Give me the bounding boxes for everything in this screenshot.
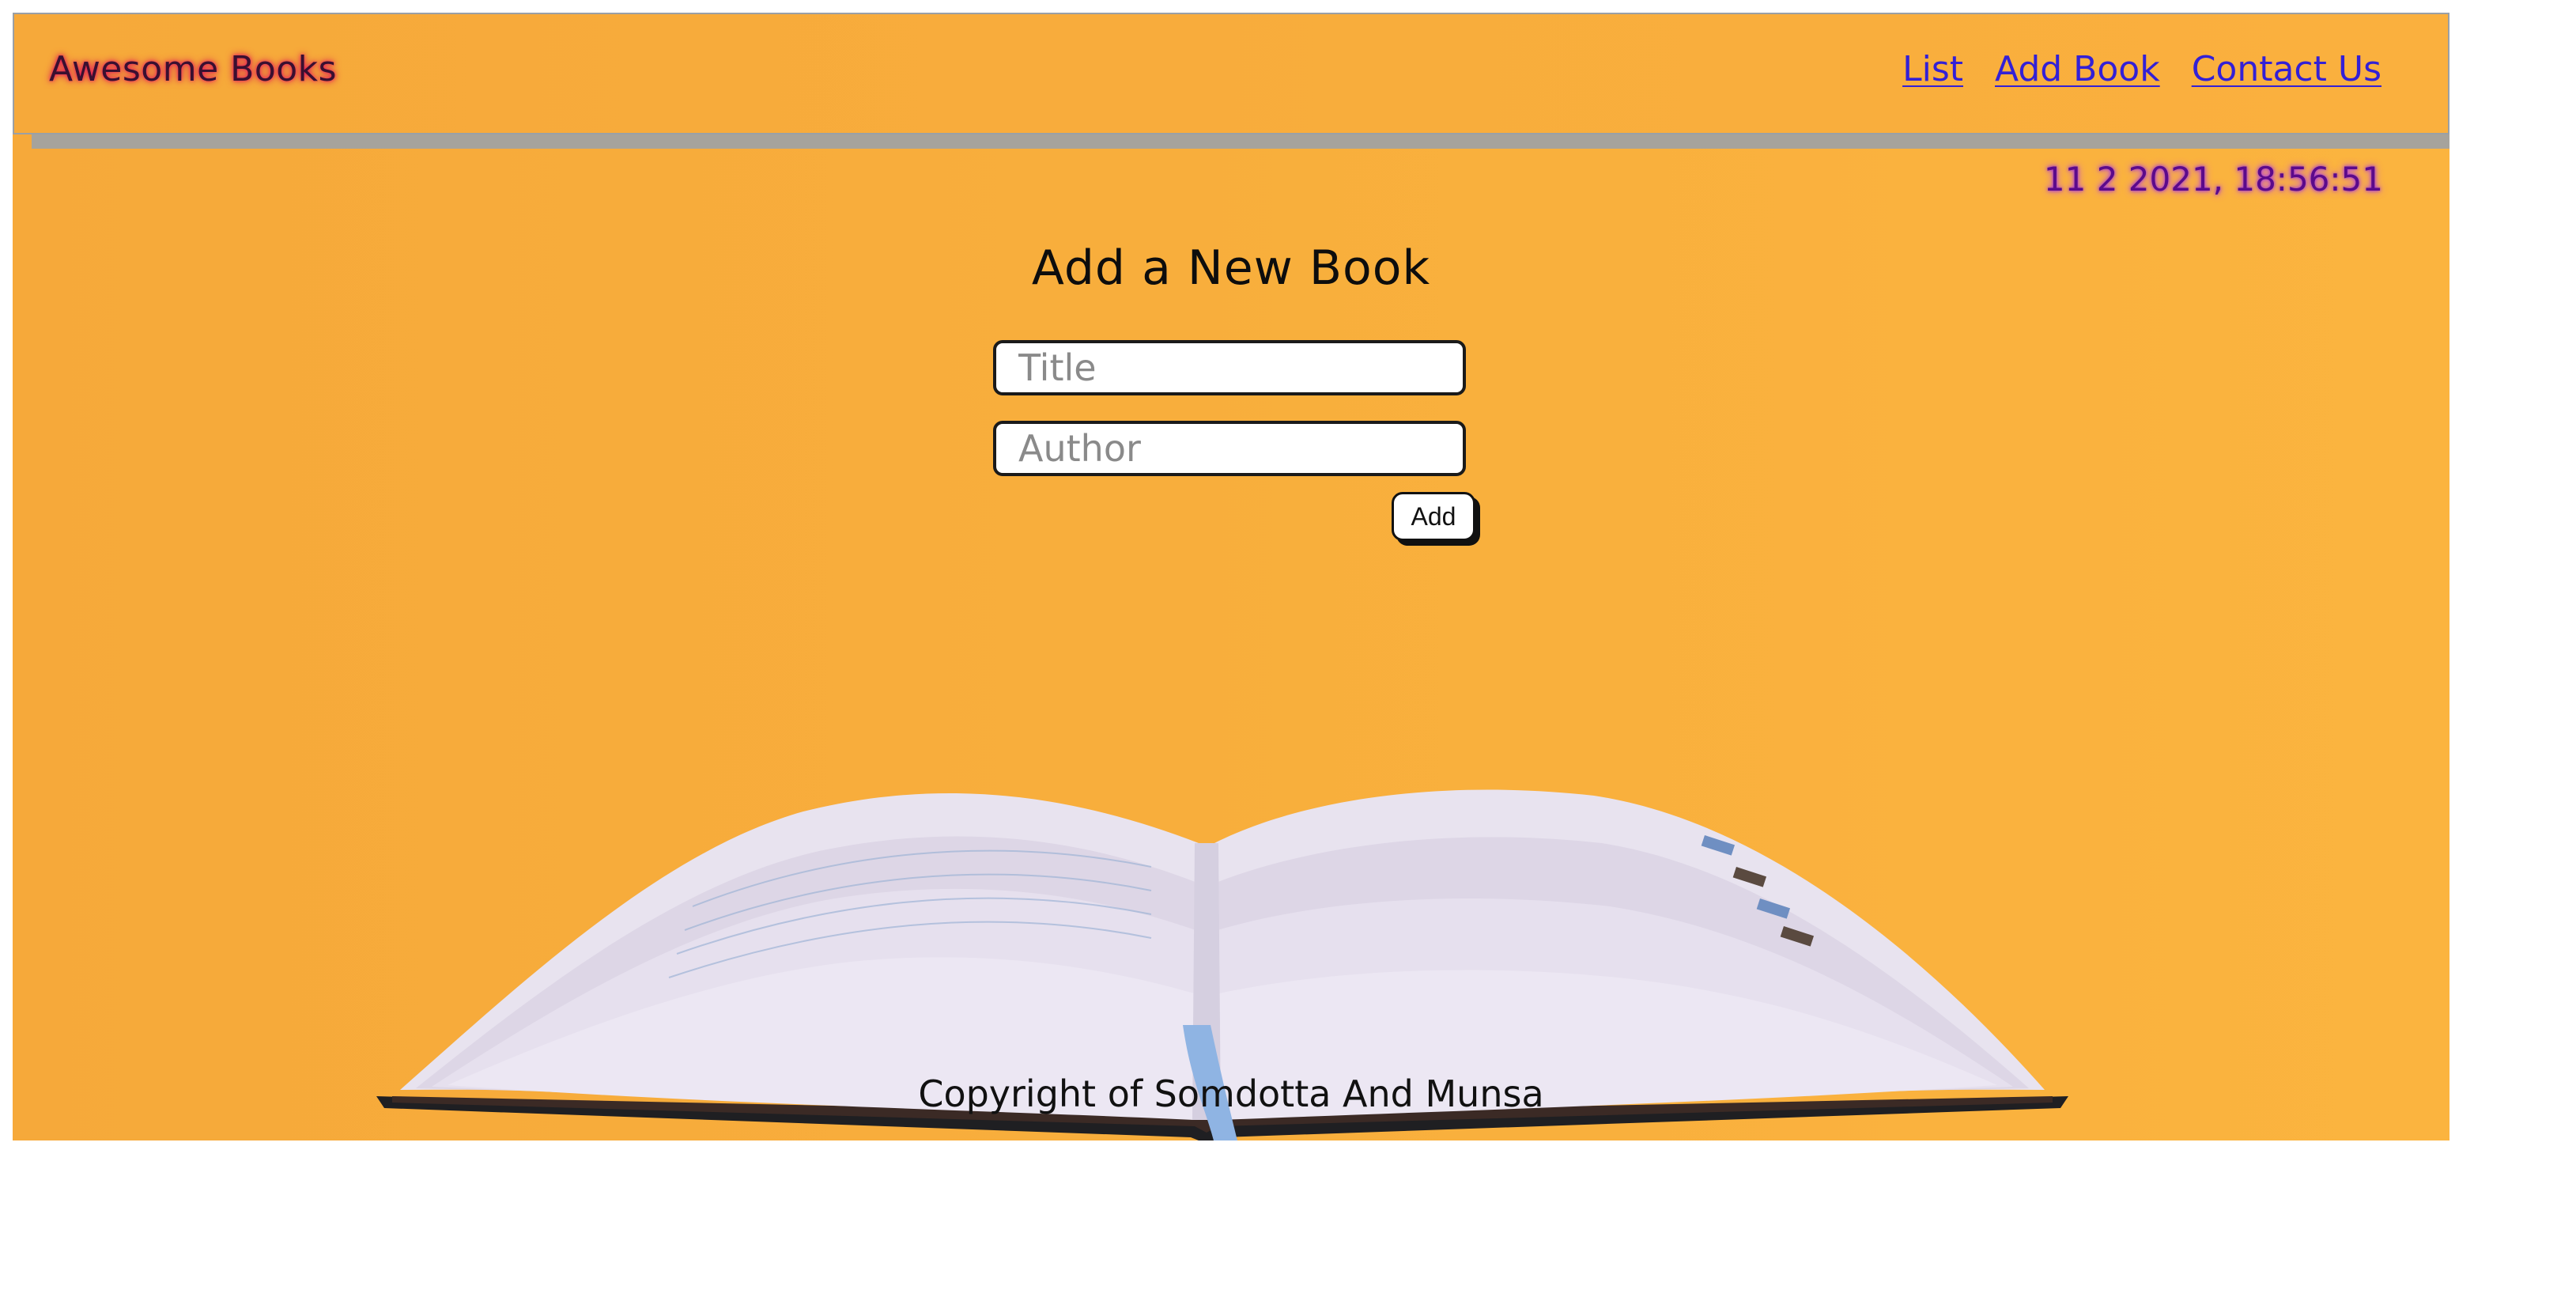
nav-link-add-book[interactable]: Add Book — [1995, 49, 2160, 89]
current-datetime: 11 2 2021, 18:56:51 — [2043, 160, 2383, 199]
top-navbar: Awesome Books List Add Book Contact Us — [13, 13, 2449, 134]
title-input[interactable] — [993, 340, 1466, 395]
brand-logo: Awesome Books — [49, 49, 338, 89]
nav-link-list[interactable]: List — [1902, 49, 1963, 89]
nav-links: List Add Book Contact Us — [1902, 49, 2381, 89]
add-book-heading: Add a New Book — [1031, 240, 1431, 296]
nav-link-contact-us[interactable]: Contact Us — [2192, 49, 2381, 89]
author-input[interactable] — [993, 421, 1466, 476]
add-button[interactable]: Add — [1392, 492, 1475, 541]
copyright-footer: Copyright of Somdotta And Munsa — [918, 1072, 1544, 1115]
page-background: Awesome Books List Add Book Contact Us 1… — [13, 13, 2449, 1140]
